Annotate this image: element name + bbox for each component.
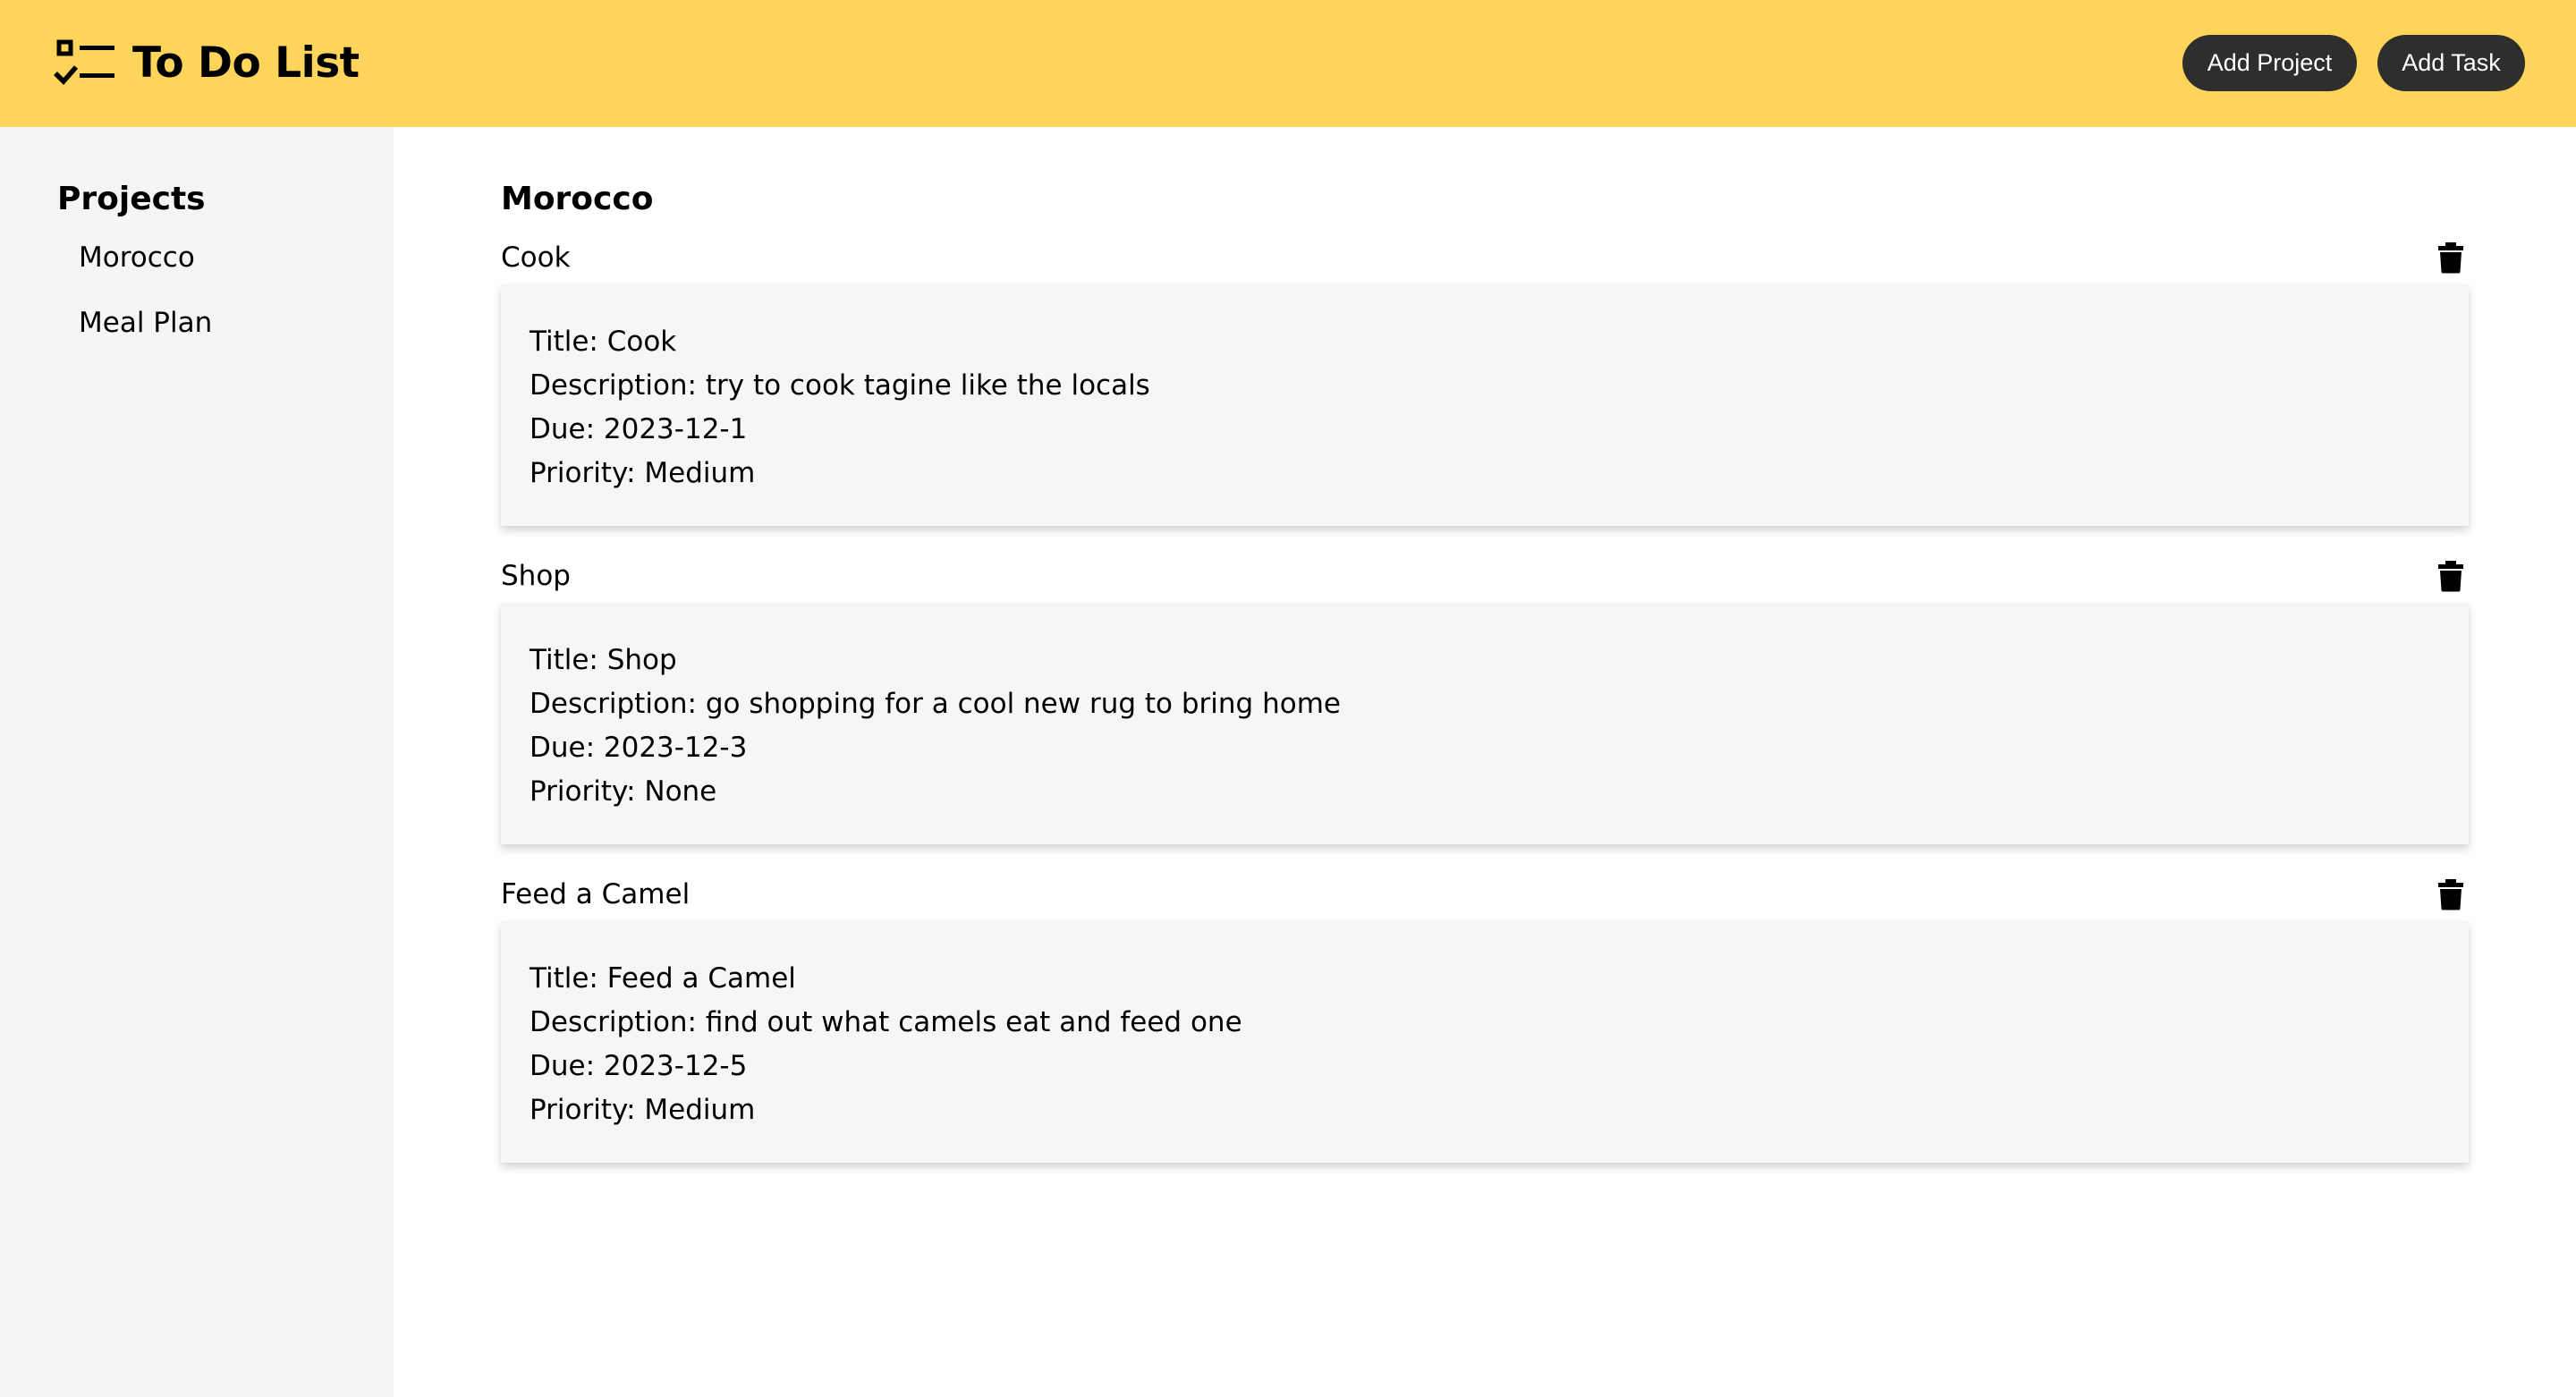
app-logo: To Do List xyxy=(54,36,360,91)
trash-icon[interactable] xyxy=(2436,560,2465,592)
task-name[interactable]: Shop xyxy=(501,558,571,594)
task-description: Description: go shopping for a cool new … xyxy=(530,688,1341,720)
task-item: Cook Title: Cook Description: try to coo… xyxy=(501,240,2469,558)
task-name[interactable]: Cook xyxy=(501,240,571,275)
task-due-date: Due: 2023-12-1 xyxy=(530,413,748,445)
add-project-button[interactable]: Add Project xyxy=(2182,35,2357,91)
task-details-card: Title: Feed a Camel Description: find ou… xyxy=(501,921,2469,1163)
task-list: Cook Title: Cook Description: try to coo… xyxy=(501,240,2469,1195)
trash-icon[interactable] xyxy=(2436,241,2465,274)
task-details-card: Title: Cook Description: try to cook tag… xyxy=(501,284,2469,526)
task-due-date: Due: 2023-12-3 xyxy=(530,732,748,764)
sidebar-item-morocco[interactable]: Morocco xyxy=(79,241,212,307)
task-priority: Priority: Medium xyxy=(530,1094,756,1126)
task-priority: Priority: None xyxy=(530,775,717,808)
project-list: Morocco Meal Plan xyxy=(79,241,212,372)
task-description: Description: try to cook tagine like the… xyxy=(530,369,1150,402)
task-header: Feed a Camel xyxy=(501,876,2469,912)
app-title: To Do List xyxy=(132,38,360,88)
add-task-button[interactable]: Add Task xyxy=(2377,35,2525,91)
task-title: Title: Feed a Camel xyxy=(530,962,796,995)
app-header: To Do List Add Project Add Task xyxy=(0,0,2576,127)
project-title: Morocco xyxy=(501,181,654,217)
task-details-card: Title: Shop Description: go shopping for… xyxy=(501,603,2469,844)
task-title: Title: Shop xyxy=(530,644,677,676)
sidebar: Projects Morocco Meal Plan xyxy=(0,127,394,1397)
task-header: Shop xyxy=(501,558,2469,594)
checklist-icon xyxy=(54,39,114,86)
task-name[interactable]: Feed a Camel xyxy=(501,876,690,912)
task-priority: Priority: Medium xyxy=(530,457,756,489)
task-header: Cook xyxy=(501,240,2469,275)
task-item: Feed a Camel Title: Feed a Camel Descrip… xyxy=(501,876,2469,1195)
task-item: Shop Title: Shop Description: go shoppin… xyxy=(501,558,2469,876)
task-description: Description: find out what camels eat an… xyxy=(530,1006,1242,1038)
sidebar-heading: Projects xyxy=(57,181,206,217)
task-title: Title: Cook xyxy=(530,326,677,358)
sidebar-item-meal-plan[interactable]: Meal Plan xyxy=(79,307,212,372)
task-due-date: Due: 2023-12-5 xyxy=(530,1050,748,1082)
trash-icon[interactable] xyxy=(2436,878,2465,910)
